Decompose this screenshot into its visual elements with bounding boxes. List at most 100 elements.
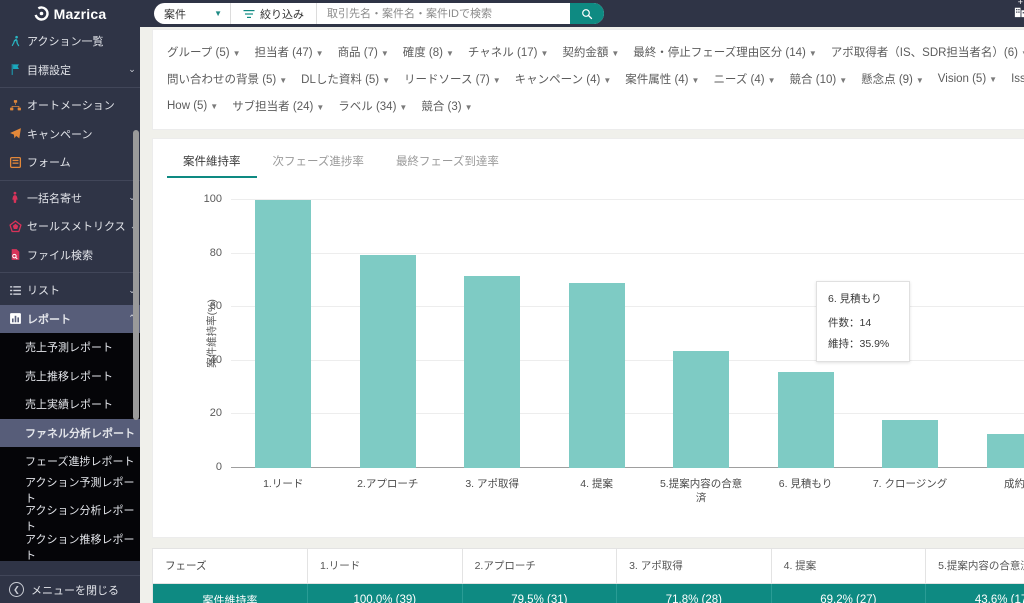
chart-bar[interactable] <box>777 371 834 468</box>
sidebar-item-sales-actual-report[interactable]: 売上実績レポート <box>0 390 140 419</box>
chevron-down-icon: ▼ <box>279 75 288 85</box>
sidebar-item-action-list[interactable]: アクション一覧 <box>0 27 140 56</box>
filter-chip-lead-source[interactable]: リードソース (7) ▼ <box>404 71 501 87</box>
filter-chip-campaign[interactable]: キャンペーン (4) ▼ <box>515 71 612 87</box>
add-company-icon[interactable]: + <box>1013 0 1024 24</box>
brand-logo-area[interactable]: Mazrica <box>0 0 140 27</box>
sidebar-subitem-label: アクション分析レポート <box>25 505 135 534</box>
sidebar-item-sales-trend-report[interactable]: 売上推移レポート <box>0 362 140 391</box>
filter-button[interactable]: 絞り込み <box>231 3 317 24</box>
sidebar-item-label: セールスメトリクス <box>27 221 126 234</box>
sidebar-subitem-label: 売上推移レポート <box>25 370 113 383</box>
sidebar-item-action-trend-report[interactable]: アクション推移レポート <box>0 533 140 562</box>
tab-retention-rate[interactable]: 案件維持率 <box>167 147 257 178</box>
filter-chip-label: グループ (5) <box>167 46 230 59</box>
filter-chip-sub-owner[interactable]: サブ担当者 (24) ▼ <box>232 98 324 114</box>
filter-chip-appointment-setter[interactable]: アポ取得者（IS、SDR担当者名）(6)▼ <box>831 44 1024 60</box>
filter-chip-deal-attribute[interactable]: 案件属性 (4) ▼ <box>625 71 699 87</box>
chart-bar[interactable] <box>255 200 312 468</box>
sidebar-item-phase-progress-report[interactable]: フェーズ進捗レポート <box>0 447 140 476</box>
sidebar-item-label: リスト <box>27 285 60 298</box>
sidebar-item-bulk-merge[interactable]: 一括名寄せ ⌄ <box>0 184 140 213</box>
filter-chip-concerns[interactable]: 懸念点 (9) ▼ <box>861 71 924 87</box>
sidebar-item-sales-metrics[interactable]: セールスメトリクス ⌄ <box>0 212 140 241</box>
filter-chip-label: Vision (5) <box>937 72 987 85</box>
sidebar-item-campaign[interactable]: キャンペーン <box>0 120 140 149</box>
chevron-down-icon: ▼ <box>839 75 848 85</box>
filter-button-label: 絞り込み <box>260 8 304 21</box>
filter-chip-final-stop-phase-reason[interactable]: 最終・停止フェーズ理由区分 (14) ▼ <box>633 44 817 60</box>
filter-chip-accuracy[interactable]: 確度 (8) ▼ <box>403 44 454 60</box>
chart-bar[interactable] <box>882 420 939 468</box>
filter-chip-label: 担当者 (47) <box>254 46 313 59</box>
sidebar-item-report[interactable]: レポート ⌃ <box>0 304 140 333</box>
search-entity-select[interactable]: 案件 ▼ <box>154 3 231 24</box>
filter-chip-channel[interactable]: チャネル (17) ▼ <box>468 44 548 60</box>
tooltip-retention: 維持：35.9% <box>828 338 890 350</box>
chart-bar[interactable] <box>464 275 521 468</box>
filter-chip-owner[interactable]: 担当者 (47) ▼ <box>254 44 323 60</box>
tab-final-phase-reach-rate[interactable]: 最終フェーズ到達率 <box>380 147 515 178</box>
filter-chip-how[interactable]: How (5) ▼ <box>167 100 218 112</box>
table-cell: 69.2% (27) <box>771 583 927 603</box>
tooltip-count: 件数：14 <box>828 317 872 329</box>
tab-next-phase-progress-rate[interactable]: 次フェーズ進捗率 <box>257 147 380 178</box>
filter-chip-product[interactable]: 商品 (7) ▼ <box>338 44 389 60</box>
report-chart-icon <box>9 312 27 325</box>
table-cell: 71.8% (28) <box>616 583 772 603</box>
chart-bar[interactable] <box>359 254 416 468</box>
sidebar-item-goal-setting[interactable]: 目標設定 ⌄ <box>0 56 140 85</box>
filter-chip-downloaded-material[interactable]: DLした資料 (5) ▼ <box>301 71 390 87</box>
filter-chip-group[interactable]: グループ (5) ▼ <box>167 44 240 60</box>
filter-chip-inquiry-background[interactable]: 問い合わせの背景 (5) ▼ <box>167 71 287 87</box>
search-submit-button[interactable] <box>570 3 604 24</box>
y-axis-tick: 20 <box>209 407 222 420</box>
filter-chip-contract-amount[interactable]: 契約金額 ▼ <box>562 44 619 60</box>
filter-chip-competitor-10[interactable]: 競合 (10) ▼ <box>790 71 848 87</box>
search-input[interactable] <box>317 3 570 24</box>
form-icon <box>9 156 27 169</box>
table-row: 案件維持率 100.0% (39) 79.5% (31) 71.8% (28) 69.2… <box>153 583 1024 603</box>
filter-chip-label: How (5) <box>167 99 208 112</box>
filter-chip-competitor-3[interactable]: 競合 (3) ▼ <box>421 98 472 114</box>
filter-chip-label[interactable]: ラベル (34) ▼ <box>338 98 407 114</box>
person-merge-icon <box>9 191 27 204</box>
y-axis-tick: 40 <box>209 353 222 366</box>
chart-bar[interactable] <box>986 433 1024 468</box>
table-column-header: 3. アポ取得 <box>616 549 772 584</box>
filter-row-1: グループ (5) ▼ 担当者 (47) ▼ 商品 (7) ▼ 確度 (8) ▼ チャネル… <box>167 38 1024 65</box>
sidebar-subitem-label: 売上実績レポート <box>25 399 113 412</box>
top-bar: 案件 ▼ 絞り込み 取引先名・案件名・案件IDで検索 + <box>140 0 1024 27</box>
chart-bar[interactable] <box>568 282 625 468</box>
filter-chip-label: ラベル (34) <box>338 100 397 113</box>
sidebar-item-action-forecast-report[interactable]: アクション予測レポート <box>0 476 140 505</box>
sidebar-item-automation[interactable]: オートメーション <box>0 91 140 120</box>
chevron-left-circle-icon: ❮ <box>9 582 24 597</box>
table-cell: 案件維持率 <box>153 583 309 603</box>
filter-chip-needs[interactable]: ニーズ (4) ▼ <box>713 71 775 87</box>
sidebar-item-file-search[interactable]: ファイル検索 <box>0 241 140 270</box>
sidebar-item-sales-forecast-report[interactable]: 売上予測レポート <box>0 333 140 362</box>
chart-bar[interactable] <box>673 351 730 468</box>
sidebar-scrollbar[interactable] <box>133 130 139 420</box>
filter-chip-vision[interactable]: Vision (5) ▼ <box>938 73 997 85</box>
chart-tooltip: 6. 見積もり 件数：14 維持：35.9% <box>816 281 910 362</box>
sidebar-item-label: ファイル検索 <box>27 249 93 262</box>
menu-collapse-label: メニューを閉じる <box>31 584 119 597</box>
chevron-down-icon: ▼ <box>380 48 389 58</box>
sidebar-item-action-analysis-report[interactable]: アクション分析レポート <box>0 504 140 533</box>
x-axis-tick-label: 5.提案内容の合意済 <box>659 478 743 505</box>
filter-icon <box>243 9 255 18</box>
sidebar-nav: アクション一覧 目標設定 ⌄ オートメーション キャンペーン フォーム 一括名寄… <box>0 27 140 575</box>
paper-plane-icon <box>9 127 27 140</box>
x-axis-tick-label: 3. アポ取得 <box>465 478 520 490</box>
chevron-down-icon: ▼ <box>915 75 924 85</box>
sidebar-divider <box>0 272 140 273</box>
phase-table-element: フェーズ 1.リード 2.アプローチ 3. アポ取得 4. 提案 5.提案内容の合意済 案… <box>153 549 1024 603</box>
bar-cell: 5.提案内容の合意済 <box>649 200 753 504</box>
menu-collapse-button[interactable]: ❮ メニューを閉じる <box>0 575 140 603</box>
sidebar-item-form[interactable]: フォーム <box>0 148 140 177</box>
sidebar-item-list[interactable]: リスト ⌄ <box>0 276 140 305</box>
sidebar-item-funnel-analysis-report[interactable]: ファネル分析レポート <box>0 418 140 447</box>
filter-chip-issue[interactable]: Issue (5)▼ <box>1011 73 1024 85</box>
